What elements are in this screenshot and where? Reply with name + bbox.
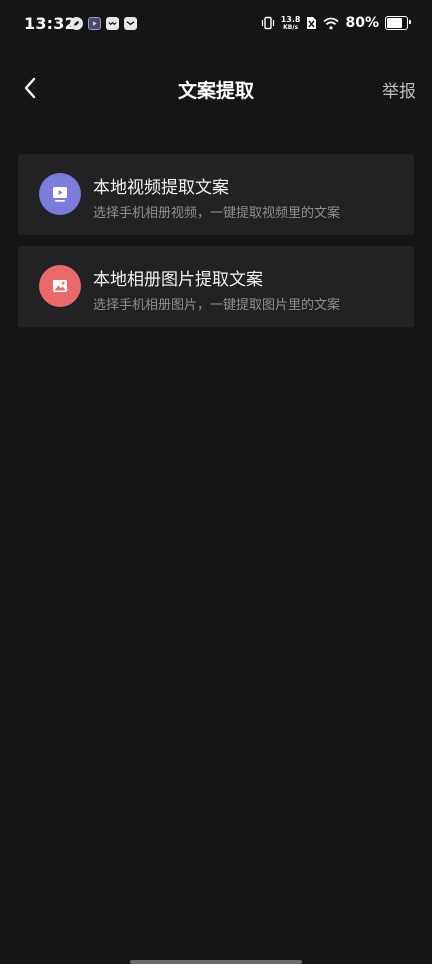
- option-subtitle: 选择手机相册视频，一键提取视频里的文案: [93, 206, 341, 221]
- battery-icon: [385, 16, 411, 30]
- no-sim-icon: [307, 17, 317, 29]
- video-icon-badge: [39, 173, 81, 215]
- message-icon: [106, 17, 119, 30]
- local-video-extract-option[interactable]: 本地视频提取文案 选择手机相册视频，一键提取视频里的文案: [18, 154, 414, 235]
- play-icon: [88, 17, 101, 30]
- option-title: 本地视频提取文案: [93, 178, 229, 198]
- image-icon-badge: [39, 265, 81, 307]
- net-speed-unit: KB/s: [283, 23, 299, 31]
- net-speed-value: 13.8: [280, 14, 301, 24]
- page-title: 文案提取: [177, 80, 254, 102]
- option-title: 本地相册图片提取文案: [93, 270, 263, 290]
- status-time: 13:32: [24, 14, 76, 33]
- image-icon: [53, 280, 67, 292]
- swirl-icon: [70, 17, 83, 30]
- vibrate-icon: [261, 16, 274, 30]
- report-button[interactable]: 举报: [382, 77, 416, 102]
- heart-icon: [124, 17, 137, 30]
- battery-fill: [387, 18, 403, 28]
- notification-icons: [70, 17, 137, 30]
- status-bar: 13:32 13.8 KB/s 80%: [0, 0, 432, 52]
- home-indicator[interactable]: [130, 960, 302, 964]
- option-subtitle: 选择手机相册图片，一键提取图片里的文案: [93, 298, 341, 313]
- net-speed: 13.8 KB/s: [280, 14, 301, 31]
- local-image-extract-option[interactable]: 本地相册图片提取文案 选择手机相册图片，一键提取图片里的文案: [18, 246, 414, 327]
- video-icon: [53, 187, 67, 202]
- status-right: 13.8 KB/s 80%: [261, 14, 411, 31]
- battery-percent: 80%: [345, 15, 379, 31]
- wifi-icon: [323, 17, 340, 29]
- nav-bar: 文案提取 举报: [0, 60, 432, 116]
